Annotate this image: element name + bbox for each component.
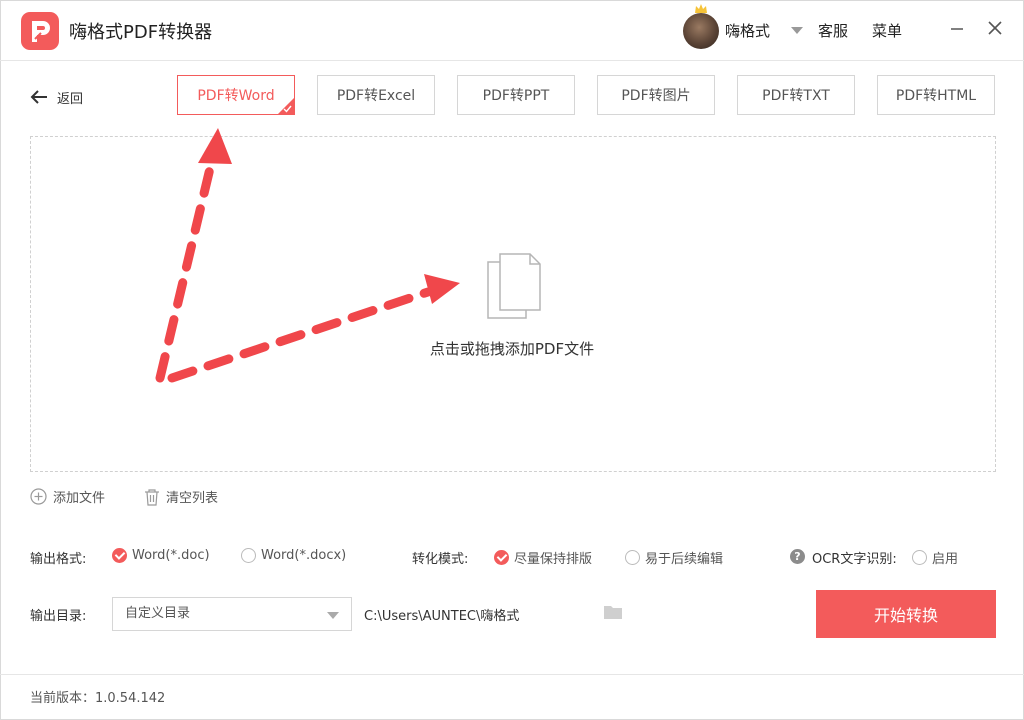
app-title: 嗨格式PDF转换器 [69, 22, 213, 43]
add-file-label: 添加文件 [53, 491, 106, 506]
tab-label: PDF转TXT [762, 88, 830, 104]
format-doc-radio[interactable]: Word(*.doc) [112, 548, 210, 563]
close-icon[interactable] [987, 20, 1003, 36]
output-dir-label: 输出目录: [30, 609, 87, 624]
drop-hint: 点击或拖拽添加PDF文件 [429, 340, 595, 358]
tab-pdf-to-excel[interactable]: PDF转Excel [317, 75, 435, 115]
tab-label: PDF转图片 [621, 88, 691, 104]
username[interactable]: 嗨格式 [725, 20, 770, 41]
radio-unchecked-icon [241, 548, 256, 563]
dir-select-value: 自定义目录 [125, 606, 191, 621]
tab-label: PDF转HTML [895, 88, 977, 104]
tab-pdf-to-image[interactable]: PDF转图片 [597, 75, 715, 115]
folder-icon[interactable] [604, 605, 622, 619]
footer-divider [0, 674, 1024, 675]
trash-icon [145, 488, 159, 506]
output-dir-path: C:\Users\AUNTEC\嗨格式 [364, 609, 520, 624]
mode-easy-edit-radio[interactable]: 易于后续编辑 [625, 548, 723, 567]
app-logo-icon [21, 12, 59, 50]
radio-unchecked-icon [625, 550, 640, 565]
chevron-down-icon [327, 612, 339, 619]
mode-keep-layout-radio[interactable]: 尽量保持排版 [494, 548, 592, 567]
version-text: 当前版本：1.0.54.142 [30, 691, 166, 706]
conversion-mode-label: 转化模式: [412, 552, 469, 567]
plus-circle-icon [30, 488, 47, 505]
radio-checked-icon [494, 550, 509, 565]
output-format-label: 输出格式: [30, 552, 87, 567]
ocr-label: OCR文字识别: [812, 552, 897, 567]
avatar[interactable] [683, 13, 719, 49]
tab-pdf-to-ppt[interactable]: PDF转PPT [457, 75, 575, 115]
ocr-enable-radio[interactable]: 启用 [912, 548, 958, 567]
tab-pdf-to-html[interactable]: PDF转HTML [877, 75, 995, 115]
help-icon[interactable]: ? [790, 549, 805, 564]
clear-list-button[interactable]: 清空列表 [144, 487, 218, 506]
radio-label: Word(*.docx) [261, 548, 347, 563]
output-dir-select[interactable]: 自定义目录 [112, 597, 352, 631]
minimize-icon[interactable] [949, 20, 965, 36]
radio-label: 启用 [932, 552, 959, 567]
tab-label: PDF转Excel [336, 88, 416, 104]
radio-checked-icon [112, 548, 127, 563]
tab-pdf-to-word[interactable]: PDF转Word [177, 75, 295, 115]
radio-label: 易于后续编辑 [645, 552, 724, 567]
back-label: 返回 [57, 91, 84, 107]
add-file-button[interactable]: 添加文件 [30, 487, 105, 506]
radio-label: 尽量保持排版 [514, 552, 593, 567]
chevron-down-icon[interactable] [791, 27, 803, 34]
tab-label: PDF转PPT [482, 88, 550, 104]
document-icon [487, 253, 541, 319]
format-docx-radio[interactable]: Word(*.docx) [241, 548, 346, 563]
tab-pdf-to-txt[interactable]: PDF转TXT [737, 75, 855, 115]
clear-list-label: 清空列表 [166, 491, 219, 506]
back-button[interactable]: 返回 [29, 86, 83, 108]
customer-service-button[interactable]: 客服 [818, 20, 848, 41]
menu-button[interactable]: 菜单 [872, 20, 902, 41]
tab-label: PDF转Word [197, 88, 275, 104]
radio-unchecked-icon [912, 550, 927, 565]
start-convert-button[interactable]: 开始转换 [816, 590, 996, 638]
radio-label: Word(*.doc) [132, 548, 210, 563]
check-icon [283, 105, 292, 113]
title-bar: 嗨格式PDF转换器 嗨格式 客服 菜单 [0, 0, 1024, 61]
arrow-left-icon [30, 90, 47, 104]
